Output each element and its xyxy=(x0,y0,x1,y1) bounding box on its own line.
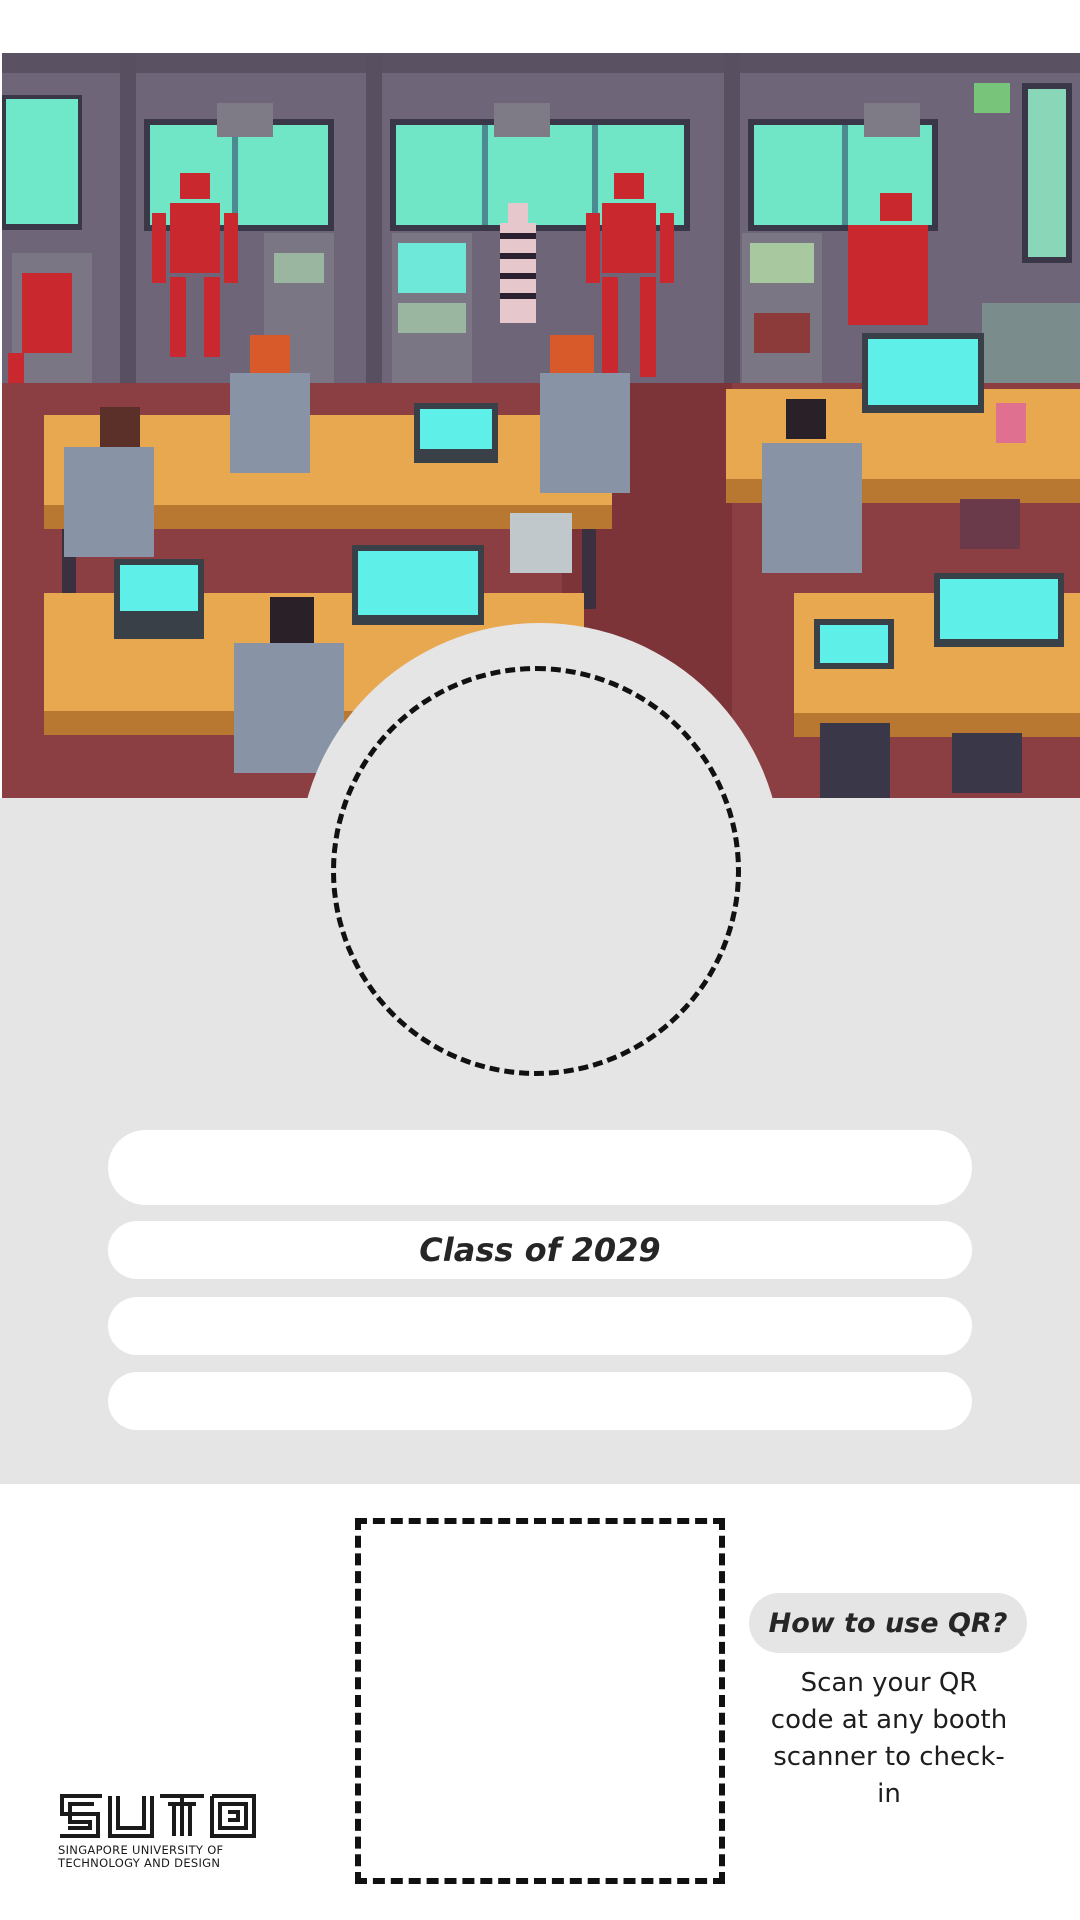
qr-help-description: Scan your QR code at any booth scanner t… xyxy=(770,1668,1008,1809)
info-field-4 xyxy=(108,1372,972,1430)
class-field: Class of 2029 xyxy=(108,1221,972,1279)
qr-help-title: How to use QR? xyxy=(768,1607,1008,1639)
sutd-logo-mark xyxy=(60,1794,256,1838)
qr-help-title-badge: How to use QR? xyxy=(749,1593,1027,1653)
qr-code-placeholder[interactable] xyxy=(355,1518,725,1884)
sutd-logo-text: SINGAPORE UNIVERSITY OF TECHNOLOGY AND D… xyxy=(58,1844,268,1870)
profile-photo-placeholder[interactable] xyxy=(331,666,741,1076)
info-field-3 xyxy=(108,1297,972,1355)
sutd-logo: SINGAPORE UNIVERSITY OF TECHNOLOGY AND D… xyxy=(58,1792,258,1872)
sutd-logo-line2: TECHNOLOGY AND DESIGN xyxy=(58,1856,221,1870)
name-field xyxy=(108,1130,972,1205)
class-text: Class of 2029 xyxy=(419,1231,661,1269)
